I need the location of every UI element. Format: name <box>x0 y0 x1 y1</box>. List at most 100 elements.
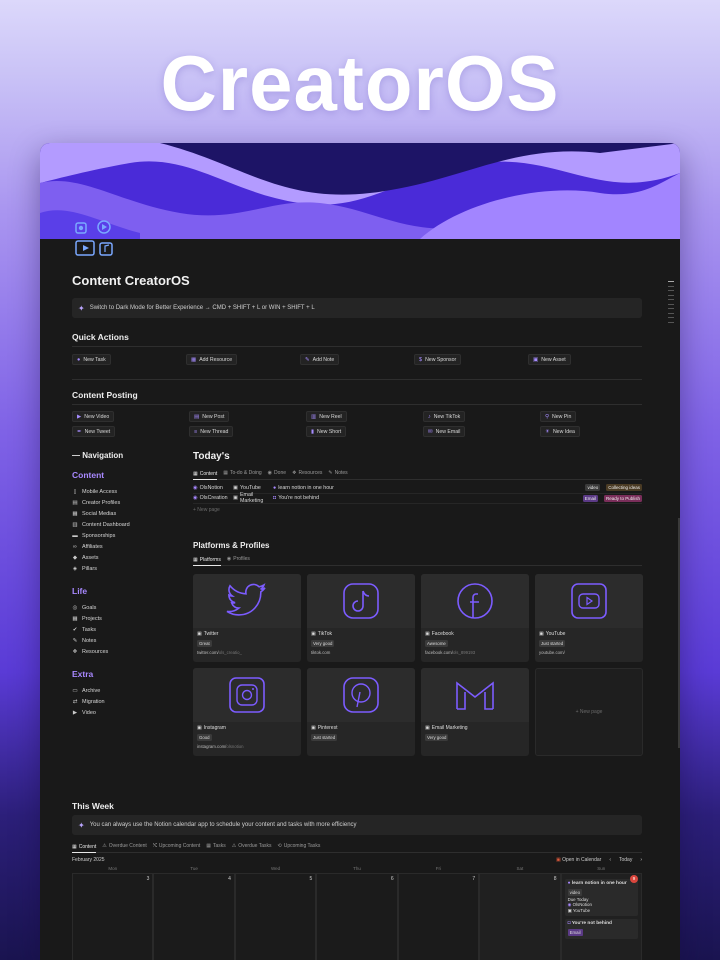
loop-icon: ⟲ <box>277 843 282 849</box>
new-video-button[interactable]: ▶ New Video <box>72 411 115 422</box>
new-email-button[interactable]: ✉ New Email <box>423 426 466 437</box>
nav-item-goals[interactable]: ◎ Goals <box>72 602 193 613</box>
calendar-day[interactable]: 7 <box>397 874 480 960</box>
tab-platforms[interactable]: ▦ Platforms <box>193 556 221 566</box>
calendar-event[interactable]: ● learn notion in one hour video Due Tod… <box>564 879 638 916</box>
new-sponsor-button[interactable]: $ New Sponsor <box>414 354 462 365</box>
this-week-section: This Week ✦ You can always use the Notio… <box>72 801 642 960</box>
table-row[interactable]: ◉ OlsCreation ▣ Email Marketing ◘ You're no… <box>193 492 642 504</box>
tab-tasks[interactable]: ▦ Tasks <box>206 843 226 849</box>
tab-content[interactable]: ▦ Content <box>193 470 218 480</box>
tab-resources[interactable]: ❖ Resources <box>292 470 322 476</box>
platform-card-twitter[interactable]: ▣ Twitter Great twitter.com/ols_creatio_ <box>193 574 301 662</box>
prev-week-button[interactable]: ‹ <box>609 857 611 863</box>
tab-todo-doing[interactable]: ▦ To-do & Doing <box>223 470 261 476</box>
nav-item-assets[interactable]: ◆ Assets <box>72 552 193 563</box>
platform-card-instagram[interactable]: ▣ Instagram Good instagram.com/olsnotion <box>193 668 301 756</box>
next-week-button[interactable]: › <box>640 857 642 863</box>
email-icon: ▣ <box>233 495 239 502</box>
tab-notes[interactable]: ✎ Notes <box>328 470 347 476</box>
nav-item-pillars[interactable]: ◈ Pillars <box>72 563 193 574</box>
nav-item-sponsorships[interactable]: ▬ Sponsorships <box>72 530 193 541</box>
new-thread-button[interactable]: ≡ New Thread <box>189 426 234 437</box>
check-circle-icon: ● <box>77 356 81 363</box>
tab-week-content[interactable]: ▦ Content <box>72 843 97 853</box>
status-badge: Very good <box>311 640 335 647</box>
instagram-icon <box>229 677 265 713</box>
tab-profiles[interactable]: ◉ Profiles <box>227 556 250 562</box>
todays-heading: Today's <box>193 451 230 462</box>
cover-image[interactable] <box>40 143 680 239</box>
page-content: Content CreatorOS ✦ Switch to Dark Mode … <box>72 273 643 756</box>
content-posting-grid: ▶ New Video ▤ New Post ▥ New Reel ♪ New TikT… <box>72 411 642 437</box>
nav-item-social-medias[interactable]: ▦ Social Medias <box>72 508 193 519</box>
new-idea-button[interactable]: ☀ New Idea <box>540 426 580 437</box>
nav-item-mobile-access[interactable]: ▯ Mobile Access <box>72 486 193 497</box>
new-tweet-button[interactable]: ✒ New Tweet <box>72 426 116 437</box>
grid-icon: ▦ <box>191 356 197 363</box>
new-page-button[interactable]: + New page <box>193 507 642 513</box>
calendar-day[interactable]: 3 <box>72 874 154 960</box>
tiktok-icon <box>343 583 379 619</box>
youtube-icon: ▣ <box>233 484 239 491</box>
new-short-button[interactable]: ▮ New Short <box>306 426 347 437</box>
calendar-day[interactable]: 4 <box>153 874 235 960</box>
today-tabs: ▦ Content ▦ To-do & Doing ◉ Done ❖ Resources… <box>193 470 642 480</box>
tab-overdue-content[interactable]: ⚠ Overdue Content <box>102 843 147 849</box>
new-task-button[interactable]: ● New Task <box>72 354 111 365</box>
gallery-icon: ▦ <box>193 556 198 563</box>
page-icon: ▣ <box>311 725 316 731</box>
platform-card-tiktok[interactable]: ▣ TikTok Very good tiktok.com <box>307 574 415 662</box>
add-resource-button[interactable]: ▦ Add Resource <box>186 354 238 365</box>
open-in-calendar-button[interactable]: ▣ Open in Calendar <box>556 857 601 863</box>
shuffle-icon: ⤭ <box>152 843 157 849</box>
facebook-icon <box>457 583 493 619</box>
outline-markers[interactable] <box>668 281 674 326</box>
nav-item-resources[interactable]: ❖ Resources <box>72 646 193 657</box>
calendar-day[interactable]: 8 <box>479 874 561 960</box>
calendar-day-today[interactable]: 9 ● learn notion in one hour video Due T… <box>560 874 642 960</box>
tab-upcoming-content[interactable]: ⤭ Upcoming Content <box>153 843 200 849</box>
new-asset-button[interactable]: ▣ New Asset <box>528 354 571 365</box>
nav-item-tasks[interactable]: ✔ Tasks <box>72 624 193 635</box>
new-platform-card[interactable]: + New page <box>535 668 643 756</box>
platform-card-email[interactable]: ▣ Email Marketing Very good <box>421 668 529 756</box>
nav-item-creator-profiles[interactable]: ▤ Creator Profiles <box>72 497 193 508</box>
today-button[interactable]: Today <box>619 857 632 863</box>
platform-card-facebook[interactable]: ▣ Facebook Awesome facebook.com/ols_899193 <box>421 574 529 662</box>
new-pin-button[interactable]: ⚲ New Pin <box>540 411 577 422</box>
calendar-day[interactable]: 6 <box>316 874 398 960</box>
new-post-button[interactable]: ▤ New Post <box>189 411 230 422</box>
nav-item-migration[interactable]: ⇄ Migration <box>72 696 193 707</box>
calendar-day[interactable]: 5 <box>234 874 317 960</box>
nav-section-extra: Extra <box>72 669 94 679</box>
check-icon: ✔ <box>72 626 78 633</box>
platform-card-pinterest[interactable]: ▣ Pinterest Just started <box>307 668 415 756</box>
nav-item-notes[interactable]: ✎ Notes <box>72 635 193 646</box>
calendar-callout: ✦ You can always use the Notion calendar… <box>72 815 642 835</box>
platform-card-youtube[interactable]: ▣ YouTube Just started youtube.com/ <box>535 574 643 662</box>
tag-icon: ◈ <box>72 565 78 572</box>
link-icon: ∞ <box>73 543 77 550</box>
new-reel-button[interactable]: ▥ New Reel <box>306 411 347 422</box>
page-icon: ▣ <box>539 631 544 637</box>
nav-item-content-dashboard[interactable]: ▥ Content Dashboard <box>72 519 193 530</box>
video-icon: ▶ <box>72 709 78 716</box>
status-badge: Ready to Publish <box>603 494 642 502</box>
calendar-icon: ▦ <box>72 843 77 850</box>
nav-item-video[interactable]: ▶ Video <box>72 707 193 718</box>
type-tag: Email <box>582 494 598 502</box>
tab-done[interactable]: ◉ Done <box>268 470 286 476</box>
status-badge: Great <box>197 640 212 647</box>
tab-upcoming-tasks[interactable]: ⟲ Upcoming Tasks <box>278 843 321 849</box>
tab-overdue-tasks[interactable]: ⚠ Overdue Tasks <box>232 843 272 849</box>
box-icon: ◆ <box>72 554 78 561</box>
nav-item-projects[interactable]: ▦ Projects <box>72 613 193 624</box>
new-tiktok-button[interactable]: ♪ New TikTok <box>423 411 466 422</box>
table-icon: ▦ <box>193 470 198 477</box>
calendar-event[interactable]: ◘ You're not behind Email <box>564 919 638 939</box>
nav-item-archive[interactable]: ▭ Archive <box>72 685 193 696</box>
nav-item-affiliates[interactable]: ∞ Affiliates <box>72 541 193 552</box>
scrollbar[interactable] <box>678 518 680 748</box>
add-note-button[interactable]: ✎ Add Note <box>300 354 340 365</box>
